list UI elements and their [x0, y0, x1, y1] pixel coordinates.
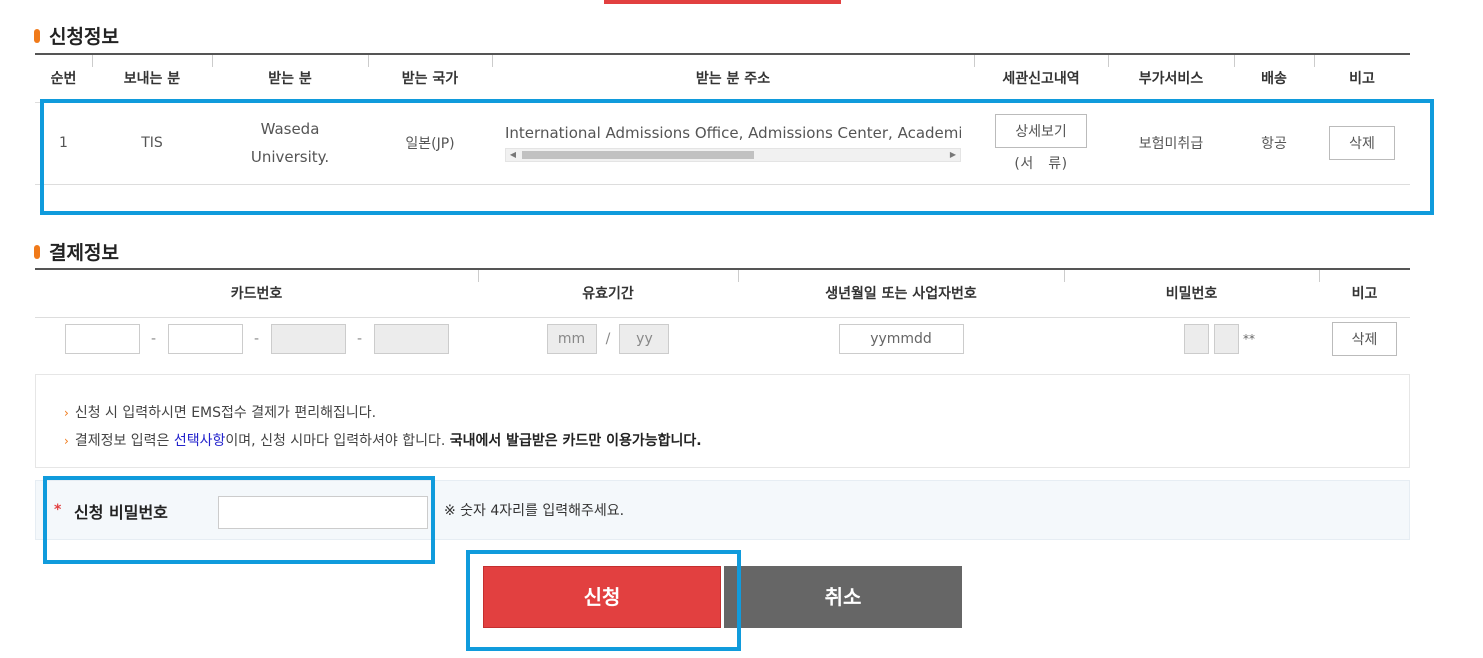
- card-password-suffix: **: [1242, 332, 1255, 347]
- scroll-left-icon[interactable]: ◀: [506, 149, 520, 161]
- chevron-right-icon: ›: [64, 434, 69, 448]
- payment-remarks-cell: 삭제: [1319, 317, 1410, 361]
- col-card-number: 카드번호: [35, 269, 478, 317]
- col-index: 순번: [35, 54, 92, 102]
- row-index: 1: [59, 135, 68, 151]
- col-extra-service: 부가서비스: [1108, 54, 1234, 102]
- card-password-input-1[interactable]: [1184, 324, 1210, 355]
- card-number-input-3[interactable]: [270, 324, 346, 355]
- apply-button[interactable]: 신청: [483, 566, 721, 628]
- birth-input[interactable]: yymmdd: [838, 324, 964, 355]
- address-scrollbar[interactable]: ◀ ▶: [505, 148, 961, 162]
- card-number-cell: ---: [35, 317, 478, 361]
- notice-line-2: › 결제정보 입력은 선택사항이며, 신청 시마다 입력하셔야 합니다. 국내에서…: [64, 427, 1409, 455]
- col-sender: 보내는 분: [92, 54, 212, 102]
- payment-info-title-text: 결제정보: [49, 242, 119, 264]
- document-label: (서 류): [1014, 155, 1068, 172]
- payment-delete-button[interactable]: 삭제: [1331, 322, 1398, 357]
- col-card-password: 비밀번호: [1064, 269, 1319, 317]
- row-remarks: 삭제: [1314, 102, 1410, 184]
- application-password-input[interactable]: [218, 496, 428, 529]
- section-bullet-icon: [34, 28, 40, 43]
- notice-line-2-middle: 이며, 신청 시마다 입력하셔야 합니다.: [225, 433, 450, 449]
- notice-line-2-bold: 국내에서 발급받은 카드만 이용가능합니다.: [449, 433, 702, 449]
- col-expiry: 유효기간: [478, 269, 738, 317]
- notice-line-2-prefix: 결제정보 입력은: [74, 433, 174, 449]
- recipient-line1: Waseda: [260, 120, 320, 138]
- col-remarks: 비고: [1319, 269, 1410, 317]
- detail-view-button[interactable]: 상세보기: [995, 113, 1087, 148]
- table-row: 1 TIS Waseda University. 일본(JP) Internat…: [35, 102, 1410, 184]
- application-password-hint: ※ 숫자 4자리를 입력해주세요.: [444, 503, 625, 519]
- notice-line-1-text: 신청 시 입력하시면 EMS접수 결제가 편리해집니다.: [74, 405, 377, 421]
- address-text: International Admissions Office, Admissi…: [505, 124, 961, 142]
- application-password-label: 신청 비밀번호: [74, 503, 168, 522]
- card-password-input-2[interactable]: [1213, 324, 1239, 355]
- card-number-input-1[interactable]: [64, 324, 140, 355]
- card-dash: -: [253, 331, 260, 348]
- col-customs: 세관신고내역: [974, 54, 1108, 102]
- payment-header-row: 카드번호 유효기간 생년월일 또는 사업자번호 비밀번호 비고: [35, 269, 1410, 317]
- card-dash: -: [356, 331, 363, 348]
- row-shipping: 항공: [1261, 136, 1287, 152]
- col-birth: 생년월일 또는 사업자번호: [738, 269, 1064, 317]
- col-address: 받는 분 주소: [492, 54, 974, 102]
- row-recipient: Waseda University.: [212, 102, 368, 184]
- card-password-cell: **: [1064, 317, 1319, 361]
- col-country: 받는 국가: [368, 54, 492, 102]
- expiry-month-input[interactable]: mm: [546, 324, 597, 355]
- application-info-title-text: 신청정보: [49, 26, 119, 48]
- application-password-row: * 신청 비밀번호 ※ 숫자 4자리를 입력해주세요.: [35, 480, 1410, 540]
- optional-link: 선택사항: [173, 433, 226, 449]
- scroll-thumb[interactable]: [522, 151, 754, 159]
- col-shipping: 배송: [1234, 54, 1314, 102]
- row-address: International Admissions Office, Admissi…: [492, 102, 974, 184]
- expiry-slash: /: [605, 331, 611, 348]
- col-remarks: 비고: [1314, 54, 1410, 102]
- section-bullet-icon: [34, 244, 40, 259]
- expiry-cell: mm / yy: [478, 317, 738, 361]
- delete-row-button[interactable]: 삭제: [1329, 126, 1395, 160]
- row-sender: TIS: [141, 135, 163, 151]
- row-customs: 상세보기 (서 류): [974, 102, 1108, 184]
- row-extra-service: 보험미취급: [1138, 136, 1204, 152]
- scroll-right-icon[interactable]: ▶: [946, 149, 960, 161]
- address-scroll-box[interactable]: International Admissions Office, Admissi…: [505, 124, 961, 162]
- payment-input-row: - - - mm / yy yymmdd ** 삭제: [35, 317, 1410, 361]
- card-dash: -: [150, 331, 157, 348]
- required-mark: *: [54, 502, 62, 518]
- birth-cell: yymmdd: [738, 317, 1064, 361]
- notice-line-1: › 신청 시 입력하시면 EMS접수 결제가 편리해집니다.: [64, 399, 1409, 427]
- card-number-input-4[interactable]: [373, 324, 449, 355]
- application-info-table: 순번 보내는 분 받는 분 받는 국가 받는 분 주소 세관신고내역 부가서비스…: [35, 53, 1410, 214]
- table-spacer-row: [35, 184, 1410, 214]
- top-accent-bar: [604, 0, 841, 4]
- application-info-title: 신청정보: [34, 22, 119, 49]
- payment-notice: › 신청 시 입력하시면 EMS접수 결제가 편리해집니다. › 결제정보 입력은 …: [35, 374, 1410, 468]
- expiry-year-input[interactable]: yy: [619, 324, 670, 355]
- cancel-button[interactable]: 취소: [724, 566, 962, 628]
- chevron-right-icon: ›: [64, 406, 69, 420]
- row-country: 일본(JP): [405, 136, 455, 152]
- col-recipient: 받는 분: [212, 54, 368, 102]
- payment-info-table: 카드번호 유효기간 생년월일 또는 사업자번호 비밀번호 비고 - - - mm /…: [35, 268, 1410, 361]
- recipient-line2: University.: [250, 148, 330, 166]
- payment-info-title: 결제정보: [34, 238, 119, 265]
- application-header-row: 순번 보내는 분 받는 분 받는 국가 받는 분 주소 세관신고내역 부가서비스…: [35, 54, 1410, 102]
- card-number-input-2[interactable]: [167, 324, 243, 355]
